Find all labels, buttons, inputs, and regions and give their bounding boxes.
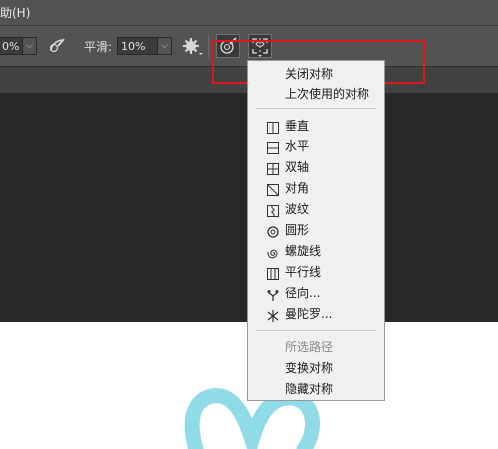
menu-item-selected-path: 所选路径: [285, 340, 334, 354]
menu-item-vertical[interactable]: 垂直: [248, 116, 384, 136]
pressure-opacity-icon[interactable]: [45, 34, 69, 58]
mandala-icon: [267, 308, 279, 322]
wavy-icon: [267, 203, 279, 218]
toolbar-divider: [208, 34, 209, 58]
pressure-size-icon[interactable]: [216, 34, 240, 58]
horizontal-icon: [267, 140, 279, 154]
smoothing-dropdown[interactable]: ⌵: [157, 37, 172, 55]
circle-icon: [267, 224, 279, 238]
radial-icon: [267, 287, 279, 301]
menu-separator: [256, 330, 376, 331]
symmetry-menu: 关闭对称 上次使用的对称 垂直 水平 双轴 对角 波纹 圆形 螺旋线 平行线 径…: [247, 60, 385, 401]
smoothing-field[interactable]: 10%: [117, 37, 159, 55]
menu-item-diagonal[interactable]: 对角: [248, 178, 384, 198]
menu-item-close-symmetry[interactable]: 关闭对称: [248, 64, 384, 84]
diagonal-icon: [266, 182, 280, 197]
menu-item-radial[interactable]: 径向...: [248, 283, 384, 303]
smoothing-label: 平滑:: [84, 40, 113, 54]
menu-item-dual-axis[interactable]: 双轴: [248, 157, 384, 177]
menu-item-circle[interactable]: 圆形: [248, 220, 384, 240]
opacity-dropdown[interactable]: ⌵: [22, 37, 37, 55]
menu-item-spiral[interactable]: 螺旋线: [248, 241, 384, 261]
menu-item-last-used-symmetry[interactable]: 上次使用的对称: [248, 84, 384, 104]
symmetry-icon[interactable]: [248, 34, 272, 58]
spiral-icon: [267, 245, 279, 259]
menu-help[interactable]: 助(H): [0, 4, 30, 21]
menu-item-mandala[interactable]: 曼陀罗...: [248, 304, 384, 324]
parallel-lines-icon: [267, 266, 279, 280]
menu-item-hide-symmetry[interactable]: 隐藏对称: [248, 379, 384, 399]
menu-bar: 助(H): [0, 0, 498, 25]
menu-item-wavy[interactable]: 波纹: [248, 199, 384, 219]
vertical-icon: [267, 120, 279, 134]
menu-item-transform-symmetry[interactable]: 变换对称: [248, 358, 384, 378]
menu-item-parallel-lines[interactable]: 平行线: [248, 262, 384, 282]
menu-separator: [256, 108, 376, 109]
dual-axis-icon: [267, 161, 279, 175]
gear-icon[interactable]: [180, 34, 204, 58]
menu-item-horizontal[interactable]: 水平: [248, 136, 384, 156]
